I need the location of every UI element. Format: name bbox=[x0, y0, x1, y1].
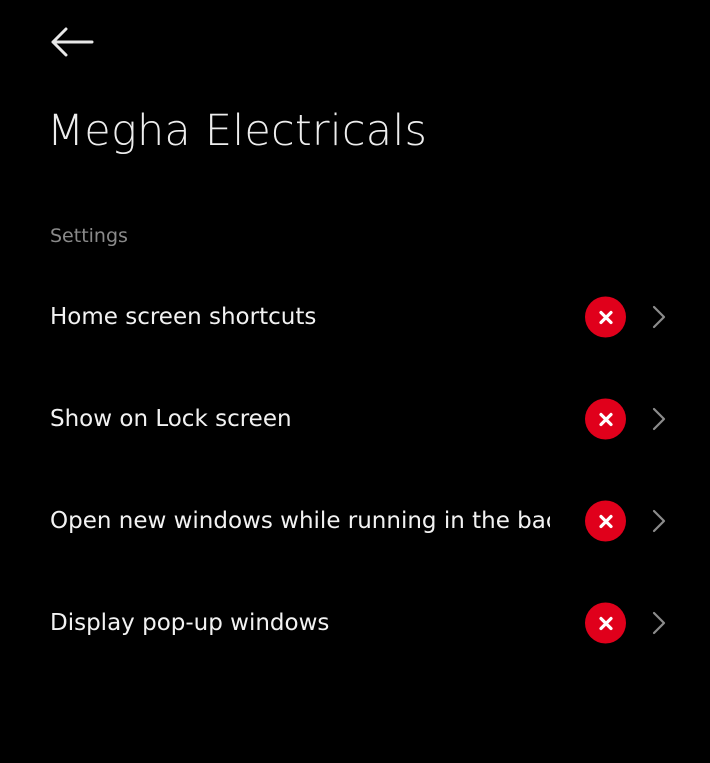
setting-row-home-screen-shortcuts[interactable]: Home screen shortcuts bbox=[0, 266, 710, 368]
red-x-circle-icon bbox=[585, 296, 626, 338]
red-x-circle-icon bbox=[585, 398, 626, 440]
setting-label: Open new windows while running in the ba… bbox=[50, 508, 550, 534]
chevron-right-icon bbox=[650, 609, 668, 637]
arrow-left-icon bbox=[51, 27, 95, 61]
app-permissions-screen: Megha Electricals Settings Home screen s… bbox=[0, 0, 710, 763]
section-header: Settings bbox=[50, 225, 128, 247]
setting-label: Home screen shortcuts bbox=[50, 304, 317, 330]
setting-row-show-on-lock-screen[interactable]: Show on Lock screen bbox=[0, 368, 710, 470]
setting-label: Show on Lock screen bbox=[50, 406, 292, 432]
chevron-right-icon bbox=[650, 405, 668, 433]
chevron-right-icon bbox=[650, 507, 668, 535]
chevron-right-icon bbox=[650, 303, 668, 331]
setting-row-open-new-windows-background[interactable]: Open new windows while running in the ba… bbox=[0, 470, 710, 572]
page-title: Megha Electricals bbox=[47, 106, 428, 156]
settings-list: Home screen shortcuts Show on Lock scree… bbox=[0, 266, 710, 674]
back-button[interactable] bbox=[44, 22, 102, 66]
setting-row-display-popup-windows[interactable]: Display pop-up windows bbox=[0, 572, 710, 674]
setting-label: Display pop-up windows bbox=[50, 610, 330, 636]
red-x-circle-icon bbox=[585, 602, 626, 644]
red-x-circle-icon bbox=[585, 500, 626, 542]
